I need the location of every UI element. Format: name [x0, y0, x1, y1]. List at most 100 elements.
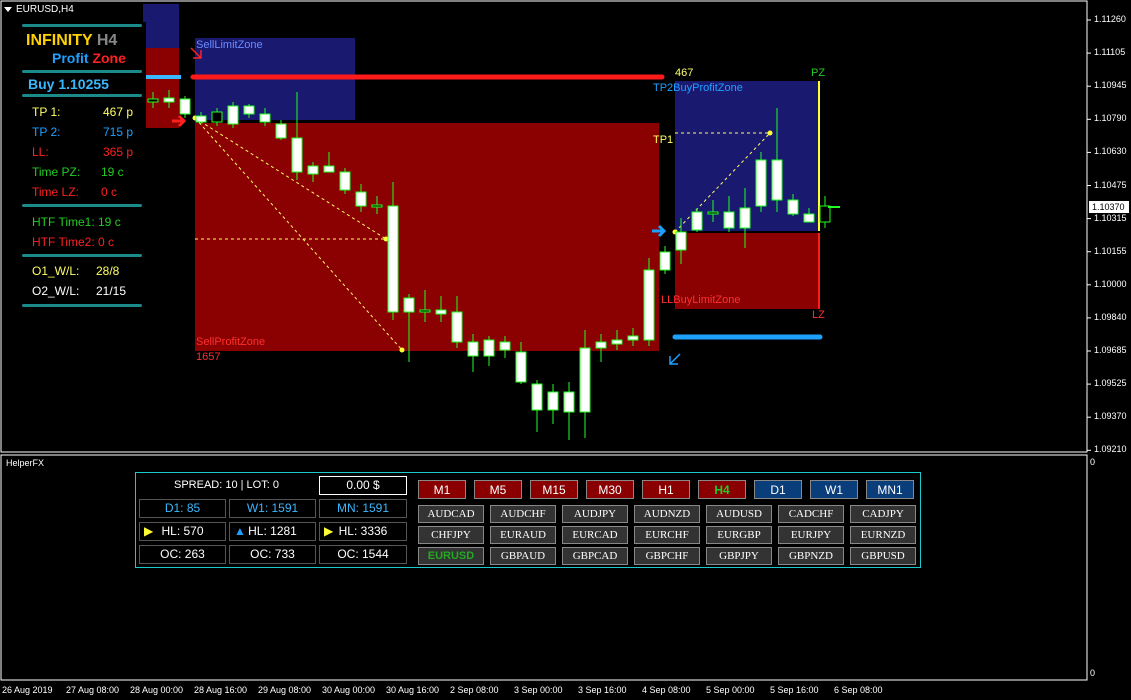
o2-wl-value: 21/15	[96, 284, 127, 298]
pair-button-gbpjpy[interactable]: GBPJPY	[706, 547, 772, 565]
brand-profit: Profit	[52, 50, 89, 66]
candle-body	[611, 339, 623, 345]
pair-button-audcad[interactable]: AUDCAD	[418, 505, 484, 523]
candle-body	[147, 98, 159, 103]
timeframe-button-m1[interactable]: M1	[418, 480, 466, 499]
sell-profit-zone	[195, 123, 659, 351]
time-label: 3 Sep 16:00	[578, 685, 627, 695]
pair-button-eurchf[interactable]: EURCHF	[634, 526, 700, 544]
price-chart[interactable]	[0, 0, 1131, 700]
timeframe-button-h4[interactable]: H4	[698, 480, 746, 499]
candle-body	[627, 335, 639, 341]
up-triangle-icon: ▲	[234, 524, 246, 538]
timeframe-button-h1[interactable]: H1	[642, 480, 690, 499]
tp2-value: 715 p	[103, 125, 134, 139]
pair-button-audjpy[interactable]: AUDJPY	[562, 505, 628, 523]
tp-value-label: 467	[675, 67, 694, 79]
candle-body	[467, 341, 479, 357]
candle-body	[419, 309, 431, 313]
pair-button-audchf[interactable]: AUDCHF	[490, 505, 556, 523]
pair-button-eurjpy[interactable]: EURJPY	[778, 526, 844, 544]
pair-button-gbpaud[interactable]: GBPAUD	[490, 547, 556, 565]
timeframe-button-d1[interactable]: D1	[754, 480, 802, 499]
time-pz-value: 19 c	[101, 165, 124, 179]
pair-button-audusd[interactable]: AUDUSD	[706, 505, 772, 523]
o2-wl-label: O2_W/L:	[32, 284, 80, 298]
pair-button-gbpchf[interactable]: GBPCHF	[634, 547, 700, 565]
price-label: 1.10790	[1094, 113, 1127, 124]
hl2-box: ▲ HL: 1281	[229, 522, 316, 541]
prev-buy-zone	[143, 4, 179, 48]
htf-time1: HTF Time1: 19 c	[32, 215, 121, 229]
o1-wl-value: 28/8	[96, 264, 120, 278]
candle-body	[787, 199, 799, 215]
price-label: 1.09525	[1094, 378, 1127, 389]
hl3-box: ▶ HL: 3336	[319, 522, 407, 541]
chart-title[interactable]: EURUSD,H4	[4, 4, 74, 15]
timeframe-button-mn1[interactable]: MN1	[866, 480, 914, 499]
time-label: 30 Aug 16:00	[386, 685, 440, 695]
pair-button-gbpcad[interactable]: GBPCAD	[562, 547, 628, 565]
time-label: 29 Aug 08:00	[258, 685, 312, 695]
hl2-value: HL: 1281	[248, 524, 297, 538]
candle-body	[819, 205, 831, 223]
pair-button-cadchf[interactable]: CADCHF	[778, 505, 844, 523]
menu-triangle-icon[interactable]	[4, 6, 12, 12]
sub-axis-bottom: 0	[1090, 668, 1096, 678]
symbol-title: EURUSD,H4	[16, 4, 74, 15]
prev-sell-zone	[143, 48, 179, 128]
candle-body	[259, 113, 271, 123]
candle-body	[643, 269, 655, 341]
pair-button-eurusd[interactable]: EURUSD	[418, 547, 484, 565]
tp1-label-chart: TP1	[653, 134, 674, 146]
pair-button-chfjpy[interactable]: CHFJPY	[418, 526, 484, 544]
price-label: 1.10155	[1094, 245, 1127, 256]
candle-body	[243, 105, 255, 115]
pair-button-eurgbp[interactable]: EURGBP	[706, 526, 772, 544]
sell-profit-value: 1657	[196, 351, 221, 363]
pair-button-gbpusd[interactable]: GBPUSD	[850, 547, 916, 565]
divider	[22, 304, 142, 307]
pair-button-eurnzd[interactable]: EURNZD	[850, 526, 916, 544]
time-lz-value: 0 c	[101, 185, 118, 199]
oc3-box: OC: 1544	[319, 545, 407, 564]
pair-button-cadjpy[interactable]: CADJPY	[850, 505, 916, 523]
candle-body	[387, 205, 399, 313]
candle-body	[595, 341, 607, 349]
time-label: 28 Aug 16:00	[194, 685, 248, 695]
candle-body	[659, 251, 671, 271]
candle-body	[211, 111, 223, 123]
time-label: 5 Sep 00:00	[706, 685, 755, 695]
pair-button-audnzd[interactable]: AUDNZD	[634, 505, 700, 523]
candle-body	[291, 137, 303, 173]
timeframe-button-m5[interactable]: M5	[474, 480, 522, 499]
timeframe-button-m30[interactable]: M30	[586, 480, 634, 499]
pair-button-euraud[interactable]: EURAUD	[490, 526, 556, 544]
candle-body	[307, 165, 319, 175]
candle-body	[531, 383, 543, 411]
price-label: 1.11105	[1094, 47, 1126, 58]
pair-button-gbpnzd[interactable]: GBPNZD	[778, 547, 844, 565]
lz-label: LZ	[812, 309, 825, 321]
time-label: 4 Sep 08:00	[642, 685, 691, 695]
candle-body	[707, 211, 719, 215]
time-label: 26 Aug 2019	[2, 685, 53, 695]
candle-body	[339, 171, 351, 191]
timeframe-button-m15[interactable]: M15	[530, 480, 578, 499]
pair-button-eurcad[interactable]: EURCAD	[562, 526, 628, 544]
price-label: 1.09840	[1094, 311, 1127, 322]
candle-body	[739, 207, 751, 229]
htf-time2: HTF Time2: 0 c	[32, 235, 115, 249]
sell-limit-zone-label: SellLimitZone	[196, 39, 263, 51]
candle-body	[323, 165, 335, 173]
helper-title: HelperFX	[6, 458, 45, 468]
candle-body	[275, 123, 287, 139]
time-label: 5 Sep 16:00	[770, 685, 819, 695]
play-icon: ▶	[144, 524, 154, 538]
mn-box: MN: 1591	[319, 499, 407, 518]
price-label: 1.10315	[1094, 212, 1127, 223]
time-label: 30 Aug 00:00	[322, 685, 376, 695]
oc2-box: OC: 733	[229, 545, 316, 564]
timeframe-button-w1[interactable]: W1	[810, 480, 858, 499]
time-lz-label: Time LZ:	[32, 185, 79, 199]
